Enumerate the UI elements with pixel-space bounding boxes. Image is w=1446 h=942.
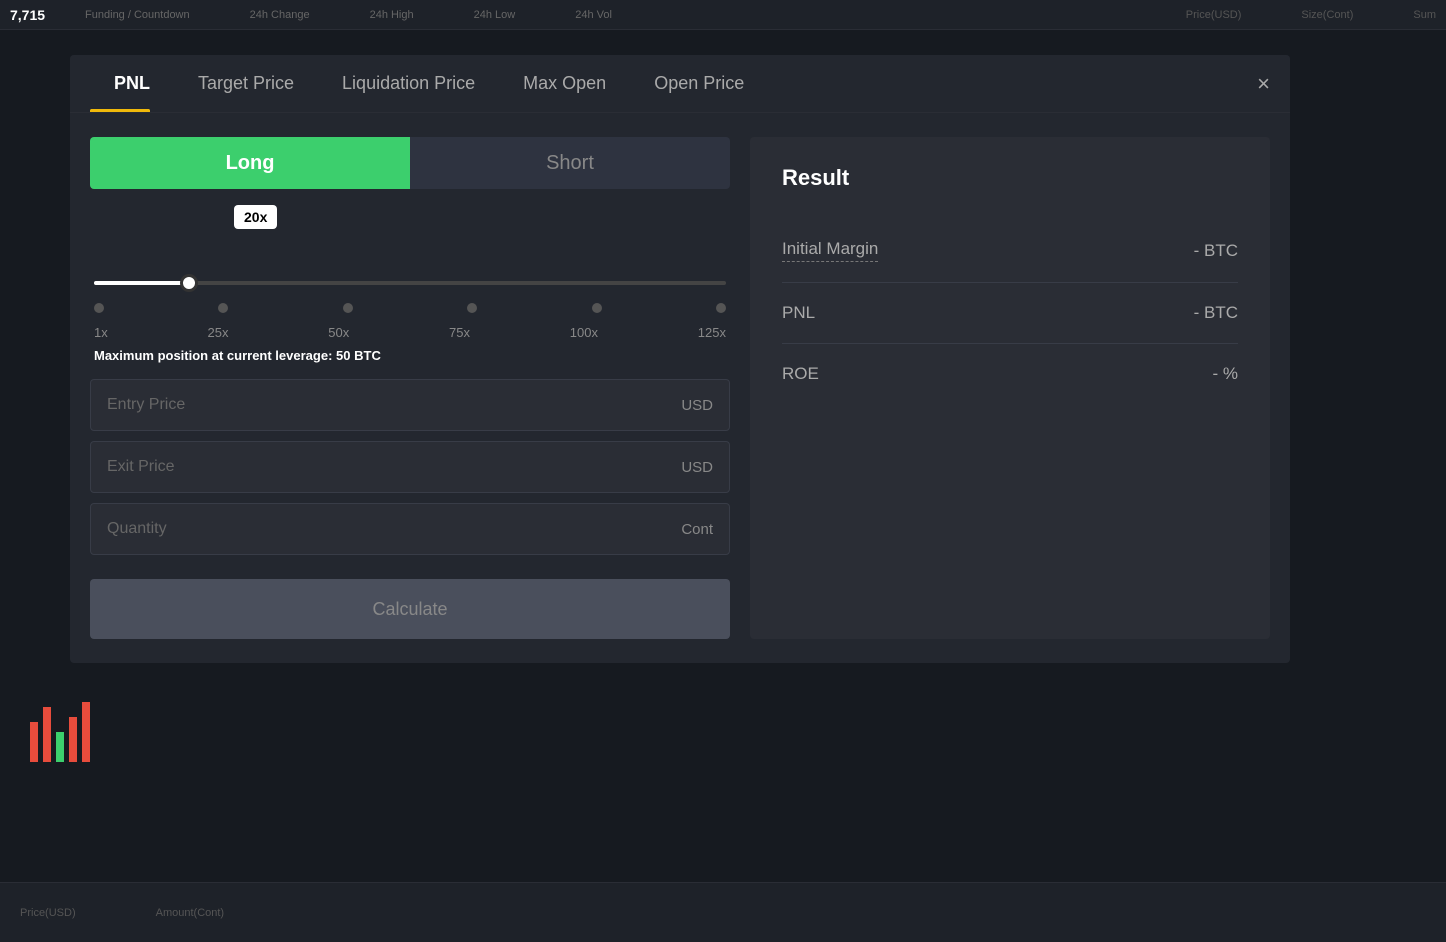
long-short-toggle: Long Short (90, 137, 730, 189)
result-row-pnl: PNL - BTC (782, 283, 1238, 344)
tab-pnl[interactable]: PNL (90, 55, 174, 112)
slider-dot-125x (716, 303, 726, 313)
quantity-unit: Cont (681, 521, 713, 538)
tab-target-price[interactable]: Target Price (174, 55, 318, 112)
pnl-label: PNL (782, 303, 815, 323)
sum-header: Sum (1413, 9, 1436, 21)
pnl-value: - BTC (1194, 303, 1238, 323)
bottom-price-usd: Price(USD) (20, 907, 76, 919)
entry-price-unit: USD (681, 397, 713, 414)
slider-dot-1x (94, 303, 104, 313)
initial-margin-value: - BTC (1194, 241, 1238, 261)
roe-value: - % (1213, 364, 1239, 384)
tab-open-price[interactable]: Open Price (630, 55, 768, 112)
candle (30, 722, 38, 762)
modal-body: Long Short 20x (70, 113, 1290, 663)
leverage-slider-thumb[interactable] (180, 274, 198, 292)
leverage-slider-container (94, 273, 726, 293)
funding-countdown: Funding / Countdown (85, 9, 190, 21)
top-bar: 7,715 Funding / Countdown 24h Change 24h… (0, 0, 1446, 30)
tab-liquidation-price[interactable]: Liquidation Price (318, 55, 499, 112)
candle (56, 732, 64, 762)
max-position-value: 50 (336, 348, 350, 363)
max-position-unit: BTC (354, 348, 381, 363)
24h-vol: 24h Vol (575, 9, 612, 21)
tab-max-open[interactable]: Max Open (499, 55, 630, 112)
leverage-tooltip: 20x (234, 205, 277, 229)
slider-dot-100x (592, 303, 602, 313)
size-cont-header: Size(Cont) (1301, 9, 1353, 21)
max-position-text: Maximum position at current leverage: 50… (94, 348, 726, 363)
bottom-bar: Price(USD) Amount(Cont) (0, 882, 1446, 942)
label-50x: 50x (328, 325, 349, 340)
short-button[interactable]: Short (410, 137, 730, 189)
left-panel: Long Short 20x (90, 137, 730, 639)
label-100x: 100x (570, 325, 598, 340)
slider-dot-50x (343, 303, 353, 313)
long-button[interactable]: Long (90, 137, 410, 189)
exit-price-unit: USD (681, 459, 713, 476)
candle (43, 707, 51, 762)
ticker-price: 7,715 (10, 7, 45, 23)
exit-price-input[interactable] (107, 458, 671, 476)
label-125x: 125x (698, 325, 726, 340)
calculate-button[interactable]: Calculate (90, 579, 730, 639)
exit-price-field[interactable]: USD (90, 441, 730, 493)
result-panel: Result Initial Margin - BTC PNL - BTC RO… (750, 137, 1270, 639)
tab-bar: PNL Target Price Liquidation Price Max O… (70, 55, 1290, 113)
modal-close-button[interactable]: × (1257, 71, 1270, 97)
candle (69, 717, 77, 762)
result-row-initial-margin: Initial Margin - BTC (782, 219, 1238, 283)
24h-high: 24h High (370, 9, 414, 21)
leverage-labels: 1x 25x 50x 75x 100x 125x (94, 325, 726, 340)
slider-dot-75x (467, 303, 477, 313)
initial-margin-label: Initial Margin (782, 239, 878, 262)
24h-low: 24h Low (474, 9, 516, 21)
bottom-amount-cont: Amount(Cont) (156, 907, 224, 919)
slider-dots (94, 303, 726, 313)
leverage-slider-track (94, 281, 726, 285)
price-usd-header: Price(USD) (1186, 9, 1242, 21)
label-75x: 75x (449, 325, 470, 340)
label-1x: 1x (94, 325, 108, 340)
input-group: USD USD Cont (90, 379, 730, 555)
quantity-input[interactable] (107, 520, 671, 538)
entry-price-input[interactable] (107, 396, 671, 414)
entry-price-field[interactable]: USD (90, 379, 730, 431)
candle (82, 702, 90, 762)
result-row-roe: ROE - % (782, 344, 1238, 404)
leverage-slider-fill (94, 281, 189, 285)
roe-label: ROE (782, 364, 819, 384)
leverage-area: 20x 1x (90, 205, 730, 363)
quantity-field[interactable]: Cont (90, 503, 730, 555)
24h-change: 24h Change (250, 9, 310, 21)
label-25x: 25x (208, 325, 229, 340)
slider-dot-25x (218, 303, 228, 313)
calculator-modal: PNL Target Price Liquidation Price Max O… (70, 55, 1290, 663)
result-title: Result (782, 165, 1238, 191)
